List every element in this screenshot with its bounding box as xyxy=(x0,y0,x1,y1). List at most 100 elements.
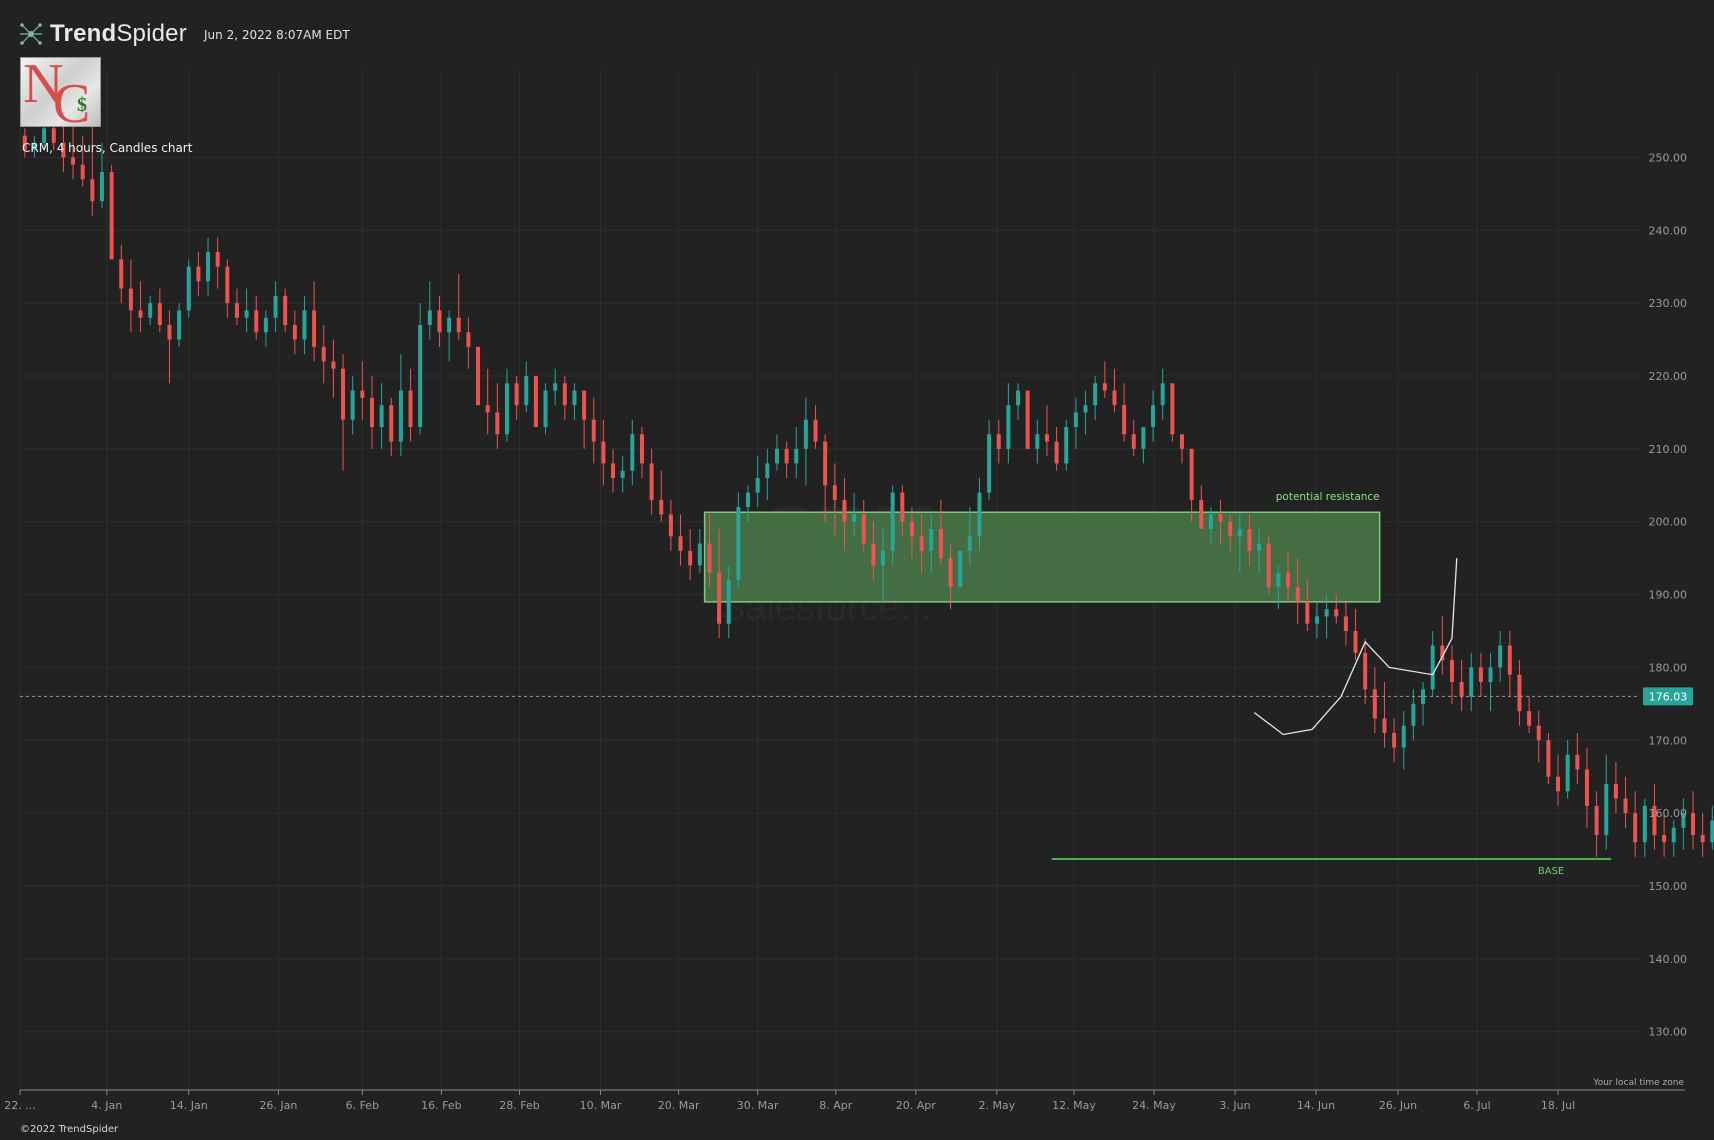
candle-body-146 xyxy=(1430,645,1435,690)
candle-body-110 xyxy=(1083,405,1088,413)
timezone-label[interactable]: Your local time zone xyxy=(1593,1078,1684,1088)
candle-body-33 xyxy=(341,368,346,420)
candle-28 xyxy=(292,310,297,355)
candle-140 xyxy=(1372,667,1377,733)
brand[interactable]: TrendSpider xyxy=(18,20,187,48)
candle-12 xyxy=(138,281,143,333)
y-tick-label: 140.00 xyxy=(1649,953,1688,966)
candle-body-36 xyxy=(369,397,374,427)
candle-body-160 xyxy=(1565,754,1570,792)
candle-144 xyxy=(1411,689,1416,741)
candle-body-153 xyxy=(1498,645,1503,668)
candle-157 xyxy=(1536,711,1541,763)
candle-body-104 xyxy=(1025,390,1030,449)
candle-body-88 xyxy=(871,543,876,566)
x-tick-label: 24. May xyxy=(1132,1099,1176,1112)
candle-body-44 xyxy=(447,317,452,333)
candle-body-43 xyxy=(437,310,442,333)
x-tick-label: 26. Jan xyxy=(259,1099,297,1112)
candle-body-85 xyxy=(842,499,847,522)
candle-body-28 xyxy=(292,325,297,340)
candle-body-107 xyxy=(1054,441,1059,464)
candle-20 xyxy=(215,237,220,289)
candle-body-64 xyxy=(639,434,644,464)
candle-111 xyxy=(1093,376,1098,420)
x-axis[interactable]: 22. ... 4. Jan 14. Jan 26. Jan 6. Feb 16. Feb… xyxy=(4,1089,1685,1112)
price-chart[interactable]: CRM Salesforce... 176.03 250.00240.00230… xyxy=(0,0,1714,1140)
candle-62 xyxy=(620,456,625,493)
candle-body-20 xyxy=(215,252,220,267)
candle-57 xyxy=(572,383,577,420)
y-tick-label: 230.00 xyxy=(1649,297,1688,310)
y-tick-label: 160.00 xyxy=(1649,807,1688,820)
candle-102 xyxy=(1006,383,1011,464)
candle-body-15 xyxy=(167,325,172,340)
candle-121 xyxy=(1189,448,1194,522)
candle-body-54 xyxy=(543,390,548,427)
candle-body-102 xyxy=(1006,405,1011,449)
candle-152 xyxy=(1488,652,1493,712)
candle-body-134 xyxy=(1314,616,1319,624)
candle-body-8 xyxy=(99,172,104,202)
candle-body-74 xyxy=(736,507,741,580)
candle-body-143 xyxy=(1401,725,1406,748)
candle-body-167 xyxy=(1633,813,1638,843)
candle-body-148 xyxy=(1449,660,1454,682)
candle-26 xyxy=(273,281,278,333)
candle-body-154 xyxy=(1507,645,1512,675)
candle-body-119 xyxy=(1170,383,1175,435)
candle-body-138 xyxy=(1353,631,1358,653)
candle-body-73 xyxy=(726,580,731,624)
candle-112 xyxy=(1102,361,1107,398)
candle-body-120 xyxy=(1179,434,1184,449)
candle-body-164 xyxy=(1604,784,1609,835)
candle-body-133 xyxy=(1305,601,1310,624)
y-tick-label: 170.00 xyxy=(1649,734,1688,747)
candle-body-174 xyxy=(1700,835,1705,843)
x-tick-label: 6. Jul xyxy=(1463,1099,1490,1112)
candle-body-140 xyxy=(1372,689,1377,719)
candle-body-55 xyxy=(553,383,558,391)
logo-dollar: $ xyxy=(77,94,87,116)
candle-body-53 xyxy=(533,376,538,427)
y-axis[interactable]: 250.00 240.00 230.00 220.00 210.00 200.00 190.… xyxy=(1649,151,1688,1038)
candle-body-46 xyxy=(466,332,471,347)
candle-9 xyxy=(109,164,114,260)
y-tick-label: 200.00 xyxy=(1649,516,1688,529)
candle-150 xyxy=(1469,652,1474,712)
candle-body-163 xyxy=(1594,805,1599,835)
candle-27 xyxy=(283,288,288,333)
candle-173 xyxy=(1691,791,1696,850)
candle-107 xyxy=(1054,427,1059,471)
candle-body-142 xyxy=(1392,733,1397,748)
candle-body-17 xyxy=(186,266,191,311)
candle-body-137 xyxy=(1343,616,1348,631)
candle-body-58 xyxy=(582,390,587,420)
candle-body-115 xyxy=(1131,434,1136,449)
candle-168 xyxy=(1642,798,1647,857)
candle-body-13 xyxy=(148,303,153,318)
candle-141 xyxy=(1382,682,1387,748)
candle-24 xyxy=(254,295,259,340)
candle-137 xyxy=(1343,601,1348,646)
candle-70 xyxy=(697,529,702,573)
candle-body-75 xyxy=(746,492,751,508)
candle-175 xyxy=(1710,805,1714,850)
candle-body-25 xyxy=(263,317,268,333)
candle-153 xyxy=(1498,631,1503,682)
candle-64 xyxy=(639,427,644,478)
candle-body-9 xyxy=(109,172,114,260)
candle-body-128 xyxy=(1257,543,1262,551)
candle-body-45 xyxy=(456,317,461,333)
candle-41 xyxy=(418,303,423,435)
candle-body-96 xyxy=(948,558,953,588)
candle-39 xyxy=(398,354,403,457)
candle-body-16 xyxy=(177,310,182,340)
candle-body-86 xyxy=(852,514,857,522)
candle-105 xyxy=(1035,419,1040,464)
candle-174 xyxy=(1700,813,1705,857)
candle-body-105 xyxy=(1035,434,1040,449)
candle-body-62 xyxy=(620,470,625,478)
candle-body-81 xyxy=(803,419,808,449)
candle-35 xyxy=(360,361,365,420)
